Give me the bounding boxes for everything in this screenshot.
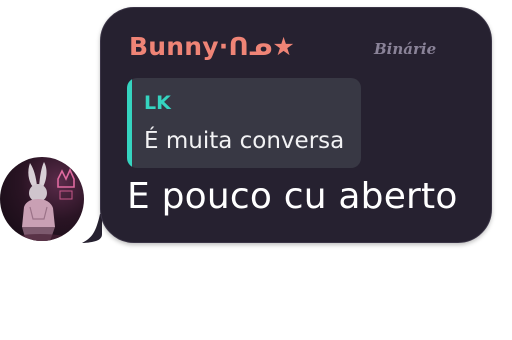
bunny-avatar-icon — [10, 162, 75, 241]
reply-text: É muita conversa — [144, 128, 345, 154]
reply-author: LK — [144, 92, 171, 114]
reply-accent-bar — [127, 78, 132, 168]
reply-quote[interactable]: LK É muita conversa — [127, 78, 361, 168]
message-text: E pouco cu aberto — [127, 176, 458, 217]
message-bubble[interactable]: Bunny·ᑎᓄ★ Binárie LK É muita conversa E … — [100, 7, 492, 243]
avatar[interactable] — [0, 157, 84, 241]
sender-name[interactable]: Bunny·ᑎᓄ★ — [129, 32, 295, 61]
chat-message: Bunny·ᑎᓄ★ Binárie LK É muita conversa E … — [0, 0, 512, 340]
sender-badge: Binárie — [374, 40, 437, 58]
